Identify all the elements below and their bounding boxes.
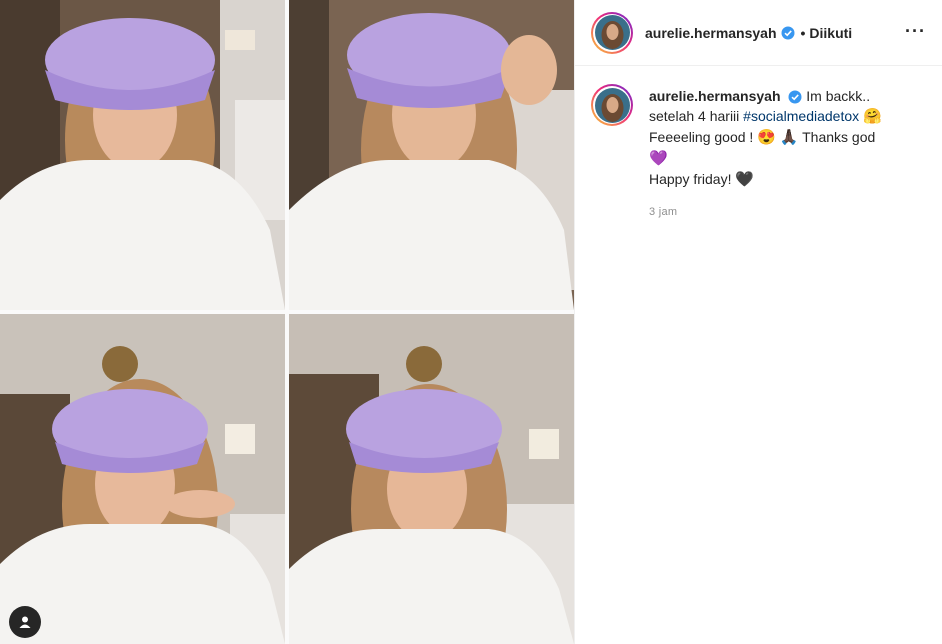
caption: aurelie.hermansyah Im backk.. setelah 4 … [649, 86, 909, 222]
caption-line-4: Happy friday! [649, 171, 732, 187]
avatar[interactable] [591, 11, 633, 54]
more-options-icon[interactable]: ··· [905, 22, 926, 40]
photo-tile-bottom-right [289, 314, 574, 644]
caption-row: aurelie.hermansyah Im backk.. setelah 4 … [575, 66, 942, 222]
verified-badge-icon [788, 90, 802, 104]
post-image[interactable] [0, 0, 574, 644]
purple-heart-emoji: 💜 [649, 150, 668, 167]
caption-avatar[interactable] [591, 84, 633, 126]
photo-tile-bottom-left [0, 314, 285, 644]
photo-tile-top-left [0, 0, 285, 310]
follow-status-button[interactable]: Diikuti [809, 25, 852, 41]
heart-eyes-emoji: 😍 [757, 129, 776, 146]
user-tag-button[interactable] [9, 606, 41, 638]
photo-tile-top-right [289, 0, 574, 310]
separator-dot: • [800, 24, 806, 41]
hashtag-link[interactable]: #socialmediadetox [743, 108, 859, 124]
caption-line-2: setelah 4 hariii [649, 108, 740, 124]
hugging-face-emoji: 🤗 [863, 108, 882, 125]
post-header: aurelie.hermansyah • Diikuti ··· [575, 0, 942, 66]
verified-badge-icon [781, 26, 795, 39]
post-details-panel: aurelie.hermansyah • Diikuti ··· aurelie… [575, 0, 942, 644]
user-tag-icon [19, 616, 31, 628]
folded-hands-emoji: 🙏🏿 [779, 129, 799, 146]
header-username[interactable]: aurelie.hermansyah [645, 25, 777, 41]
post-timestamp[interactable]: 3 jam [649, 202, 909, 222]
caption-line-3: Feeeeling good ! [649, 129, 754, 145]
black-heart-emoji: 🖤 [735, 171, 755, 188]
caption-line-1: Im backk.. [806, 88, 871, 104]
caption-username[interactable]: aurelie.hermansyah [649, 88, 781, 104]
caption-line-3-tail: Thanks god [802, 129, 876, 145]
